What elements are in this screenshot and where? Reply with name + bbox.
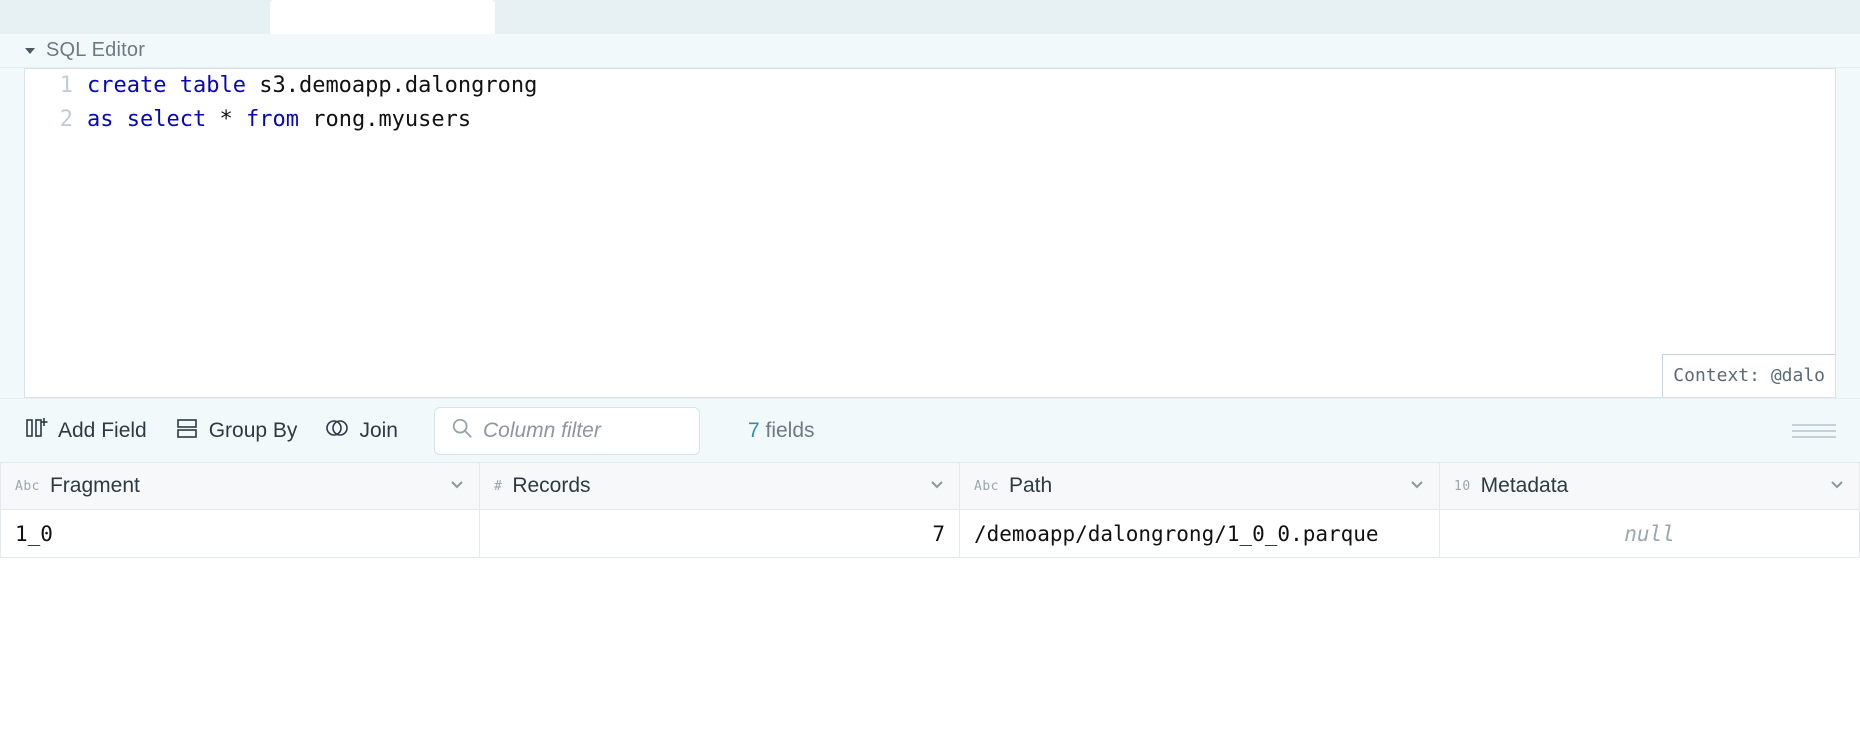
- fields-count: 7 fields: [748, 419, 815, 443]
- caret-down-icon: [24, 45, 36, 57]
- group-by-label: Group By: [209, 419, 298, 443]
- column-label: Metadata: [1481, 474, 1569, 498]
- column-header-metadata[interactable]: 10 Metadata: [1440, 462, 1860, 510]
- editor-wrap: 1 create table s3.demoapp.dalongrong 2 a…: [0, 68, 1860, 398]
- column-filter-input[interactable]: [483, 419, 683, 443]
- add-field-label: Add Field: [58, 419, 147, 443]
- join-label: Join: [359, 419, 398, 443]
- chevron-down-icon[interactable]: [449, 474, 465, 498]
- join-button[interactable]: Join: [325, 416, 398, 446]
- cell-path[interactable]: /demoapp/dalongrong/1_0_0.parque: [960, 510, 1440, 558]
- column-header-records[interactable]: # Records: [480, 462, 960, 510]
- chevron-down-icon[interactable]: [1829, 474, 1845, 498]
- fields-count-number: 7: [748, 419, 760, 442]
- chevron-down-icon[interactable]: [1409, 474, 1425, 498]
- column-filter[interactable]: [434, 407, 700, 455]
- sql-editor-header[interactable]: SQL Editor: [0, 34, 1860, 68]
- cell-fragment[interactable]: 1_0: [0, 510, 480, 558]
- column-header-fragment[interactable]: Abc Fragment: [0, 462, 480, 510]
- type-tag: 10: [1454, 479, 1471, 494]
- add-field-icon: [24, 416, 48, 446]
- code-line: create table s3.demoapp.dalongrong: [87, 69, 537, 103]
- tab-spacer: [0, 0, 270, 34]
- grid-row[interactable]: 1_0 7 /demoapp/dalongrong/1_0_0.parque n…: [0, 510, 1860, 558]
- sql-editor[interactable]: 1 create table s3.demoapp.dalongrong 2 a…: [24, 68, 1836, 398]
- line-number: 1: [25, 69, 87, 103]
- fields-count-word: fields: [766, 419, 815, 442]
- editor-line: 1 create table s3.demoapp.dalongrong: [25, 69, 1835, 103]
- editor-line: 2 as select * from rong.myusers: [25, 103, 1835, 137]
- cell-records[interactable]: 7: [480, 510, 960, 558]
- section-title: SQL Editor: [46, 39, 145, 62]
- join-icon: [325, 416, 349, 446]
- active-tab[interactable]: [270, 0, 495, 34]
- column-label: Fragment: [50, 474, 140, 498]
- resize-handle[interactable]: [1792, 424, 1836, 438]
- results-grid: Abc Fragment # Records Abc Path 10 Metad…: [0, 462, 1860, 558]
- group-by-button[interactable]: Group By: [175, 416, 298, 446]
- column-label: Records: [512, 474, 590, 498]
- chevron-down-icon[interactable]: [929, 474, 945, 498]
- cell-metadata[interactable]: null: [1440, 510, 1860, 558]
- column-label: Path: [1009, 474, 1052, 498]
- tab-strip: [0, 0, 1860, 34]
- type-tag: Abc: [15, 479, 40, 494]
- add-field-button[interactable]: Add Field: [24, 416, 147, 446]
- results-toolbar: Add Field Group By Join 7 fields: [0, 398, 1860, 462]
- code-line: as select * from rong.myusers: [87, 103, 471, 137]
- context-badge[interactable]: Context: @dalo: [1662, 354, 1835, 397]
- line-number: 2: [25, 103, 87, 137]
- column-header-path[interactable]: Abc Path: [960, 462, 1440, 510]
- search-icon: [451, 417, 473, 444]
- page-root: SQL Editor 1 create table s3.demoapp.dal…: [0, 0, 1860, 734]
- type-tag: Abc: [974, 479, 999, 494]
- group-by-icon: [175, 416, 199, 446]
- type-tag: #: [494, 479, 502, 494]
- grid-header-row: Abc Fragment # Records Abc Path 10 Metad…: [0, 462, 1860, 510]
